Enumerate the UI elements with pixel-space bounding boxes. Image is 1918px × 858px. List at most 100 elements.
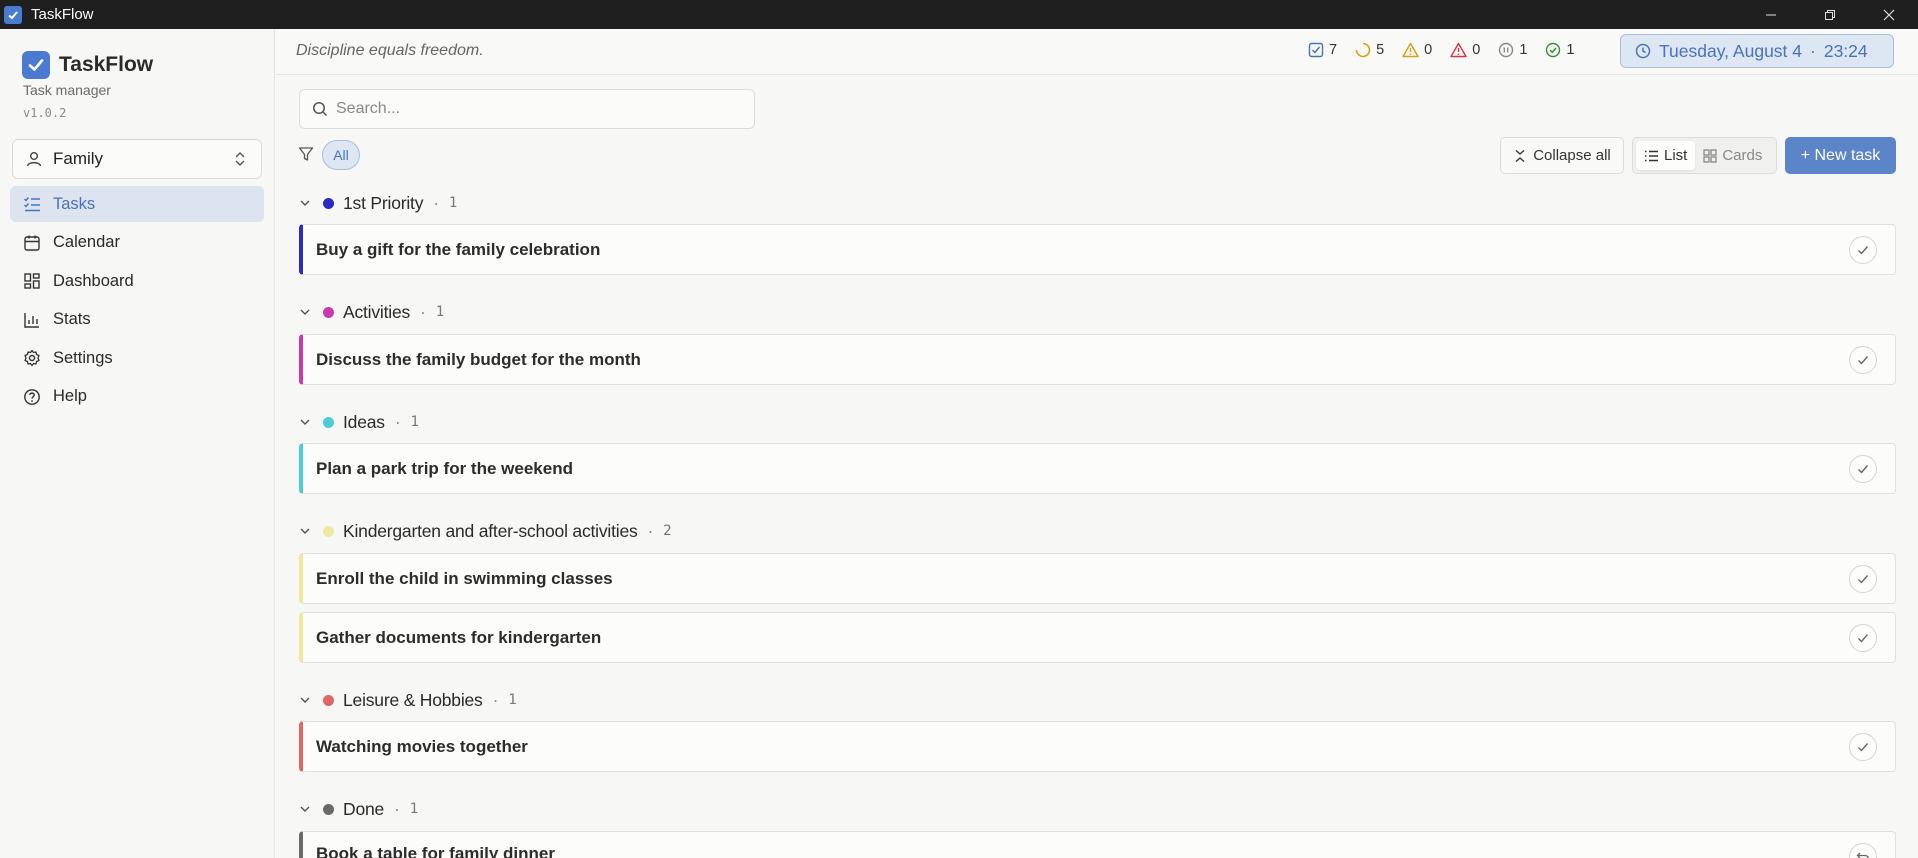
warning-icon [1402,42,1419,58]
stat-value: 5 [1376,42,1385,58]
sidebar-item-stats[interactable]: Stats [10,302,264,338]
complete-task-button[interactable] [1849,733,1877,761]
task-row[interactable]: Buy a gift for the family celebration [299,224,1896,275]
filter-icon[interactable] [298,146,314,167]
group-name: Leisure & Hobbies [343,689,483,710]
window-title: TaskFlow [31,6,94,23]
brand: TaskFlow [22,51,153,79]
stat-warning[interactable]: 0 [1402,42,1432,58]
task-row[interactable]: Plan a park trip for the weekend [299,443,1896,494]
group-header-activities[interactable]: Activities · 1 [299,299,444,325]
stat-alert[interactable]: 0 [1450,42,1480,58]
group-header-done[interactable]: Done · 1 [299,796,418,822]
undo-task-button[interactable] [1849,843,1877,858]
stat-paused[interactable]: 1 [1498,42,1527,58]
check-icon [1858,743,1869,752]
view-list-label: List [1664,147,1688,164]
sidebar-item-label: Help [53,387,87,406]
help-circle-icon [22,388,42,406]
task-title: Book a table for family dinner [316,844,555,858]
group-header-kindergarten[interactable]: Kindergarten and after-school activities… [299,518,672,544]
complete-task-button[interactable] [1849,624,1877,652]
stat-value: 7 [1329,42,1338,58]
check-icon [1858,634,1869,643]
group-color-dot [323,525,334,537]
group-name: Kindergarten and after-school activities [343,520,638,541]
sidebar-item-help[interactable]: Help [10,379,264,415]
group-name: 1st Priority [343,192,424,213]
collapse-all-button[interactable]: Collapse all [1500,137,1624,174]
in-progress-icon [1355,42,1371,58]
stat-total[interactable]: 7 [1308,42,1337,58]
stat-value: 1 [1566,42,1575,58]
group-separator: · [394,411,401,432]
sidebar-item-dashboard[interactable]: Dashboard [10,263,264,299]
app-version: v1.0.2 [23,106,67,120]
view-mode-toggle: List Cards [1632,137,1777,174]
app-subtitle: Task manager [23,82,111,98]
complete-task-button[interactable] [1849,346,1877,374]
group-header-leisure-hobbies[interactable]: Leisure & Hobbies · 1 [299,687,517,713]
close-button[interactable] [1859,0,1918,29]
task-row[interactable]: Gather documents for kindergarten [299,612,1896,663]
stat-value: 0 [1424,42,1433,58]
view-cards-button[interactable]: Cards [1695,141,1770,170]
collapse-icon [1515,149,1525,162]
new-task-button[interactable]: + New task [1785,137,1896,174]
group-name: Ideas [343,411,385,432]
sidebar-item-label: Stats [53,310,91,329]
task-row[interactable]: Book a table for family dinner [299,831,1896,858]
chevron-down-icon [300,528,310,534]
restore-button[interactable] [1800,0,1859,29]
group-separator: · [394,798,400,819]
taskflow-logo-icon [22,51,50,79]
group-color-dot [323,803,334,815]
complete-task-button[interactable] [1849,455,1877,483]
task-title: Enroll the child in swimming classes [316,568,613,588]
stat-value: 1 [1519,42,1528,58]
complete-task-button[interactable] [1849,236,1877,264]
window-titlebar: TaskFlow [0,0,1918,29]
task-row[interactable]: Enroll the child in swimming classes [299,553,1896,604]
task-title: Discuss the family budget for the month [316,349,641,369]
gear-icon [22,349,42,367]
current-time: 23:24 [1823,40,1868,61]
sidebar-item-settings[interactable]: Settings [10,340,264,376]
collapse-all-label: Collapse all [1533,147,1611,164]
search-box[interactable] [299,89,755,129]
task-row[interactable]: Discuss the family budget for the month [299,334,1896,385]
check-icon [1858,356,1869,365]
task-row[interactable]: Watching movies together [299,721,1896,772]
group-color-dot [323,694,334,706]
minimize-button[interactable] [1741,0,1800,29]
grid-icon [1703,148,1717,163]
stat-done[interactable]: 1 [1545,42,1574,58]
search-input[interactable] [336,100,736,118]
view-list-button[interactable]: List [1636,141,1696,170]
sidebar-item-calendar[interactable]: Calendar [10,225,264,261]
task-title: Buy a gift for the family celebration [316,239,601,259]
task-stats-bar: 7 5 0 0 1 1 [1308,42,1592,58]
group-name: Activities [343,301,411,322]
group-separator: · [420,301,426,322]
group-count: 1 [409,801,418,817]
chevron-down-icon [300,309,310,315]
date-separator: · [1810,40,1816,61]
filter-chip-all[interactable]: All [322,140,360,170]
paused-icon [1499,42,1514,58]
complete-task-button[interactable] [1849,565,1877,593]
stat-in-progress[interactable]: 5 [1355,42,1384,58]
list-check-icon [22,195,42,213]
group-separator: · [647,520,654,541]
group-separator: · [492,689,499,710]
workspace-selector[interactable]: Family [12,139,262,179]
app-logo-icon [4,5,22,24]
group-color-dot [323,416,334,428]
group-header-1st-priority[interactable]: 1st Priority · 1 [299,190,457,216]
chevron-down-icon [300,419,310,425]
group-header-ideas[interactable]: Ideas · 1 [299,409,419,435]
check-icon [1858,246,1869,255]
group-count: 1 [508,692,517,708]
sidebar-item-tasks[interactable]: Tasks [10,186,264,222]
motivational-quote: Discipline equals freedom. [296,42,484,59]
